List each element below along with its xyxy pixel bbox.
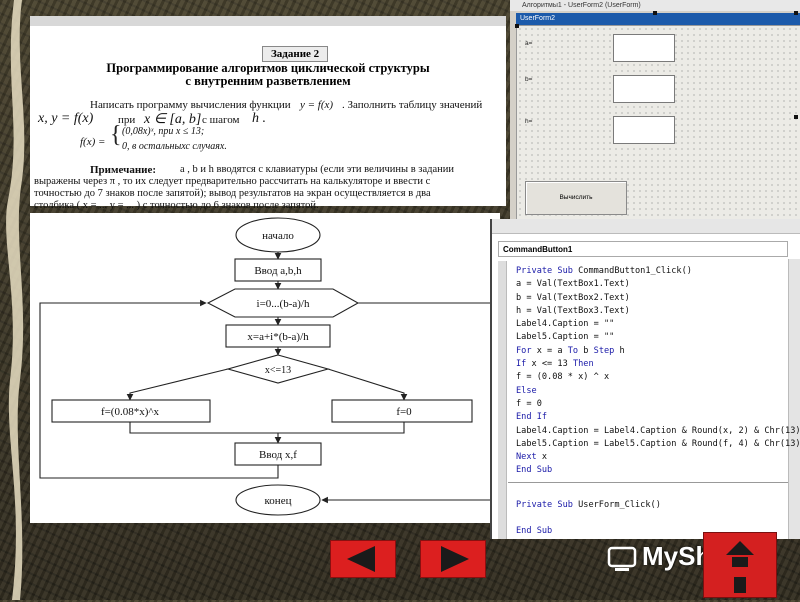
task-step-label: с шагом [202,114,240,126]
brace-icon: { [110,122,122,148]
task-note-3: точностью до 7 знаков после запятой); вы… [34,188,431,199]
code-line[interactable]: End Sub [516,464,800,477]
resize-handle[interactable] [515,24,519,28]
code-line[interactable]: a = Val(TextBox1.Text) [516,278,800,291]
label-h: h= [525,118,533,125]
task-fx: f(x) = [80,136,106,148]
triangle-left-icon [347,546,375,572]
code-line[interactable]: Label5.Caption = Label5.Caption & Round(… [516,438,800,451]
start-text: начало [262,230,294,242]
flowchart-panel: начало Ввод a,b,h i=0...(b-a)/h x=a+i*(b… [30,213,500,523]
task-note-2: выражены через π , то их следует предвар… [34,176,431,187]
resize-handle[interactable] [653,11,657,15]
code-lines[interactable]: Private Sub CommandButton1_Click() a = Va… [516,265,800,478]
assign-text: x=a+i*(b-a)/h [247,331,309,343]
task-function: y = f(x) [300,99,334,111]
resize-handle[interactable] [794,115,798,119]
home-icon [726,541,754,593]
code-editor-window: CommandButton1 Private Sub CommandButton… [490,219,800,539]
code-line[interactable]: If x <= 13 Then [516,358,800,371]
code-line[interactable]: Next x [516,451,800,464]
textbox-a[interactable] [613,34,675,62]
label-b: b= [525,76,533,83]
code-line[interactable]: h = Val(TextBox3.Text) [516,305,800,318]
textbox-h[interactable] [613,116,675,144]
code-line[interactable]: f = 0 [516,398,800,411]
code-line[interactable]: Label4.Caption = "" [516,318,800,331]
textbox-b[interactable] [613,75,675,103]
output-text: Ввод x,f [259,449,297,461]
home-button[interactable] [703,532,777,598]
task-line-1: Написать программу вычисления функции [90,99,291,111]
code-line[interactable]: b = Val(TextBox2.Text) [516,292,800,305]
triangle-right-icon [441,546,469,572]
task-panel: Задание 2 Программирование алгоритмов ци… [30,16,506,211]
decorative-brush-stroke [6,0,25,600]
label-a: a= [525,40,533,47]
code-line[interactable]: f = (0.08 * x) ^ x [516,371,800,384]
task-note-4: столбика ( x = ... y = ... ) с точностью… [34,200,319,211]
cond-text: x<=13 [265,365,291,376]
end-text: конец [265,495,292,507]
code-line[interactable]: Label5.Caption = "" [516,331,800,344]
task-title: Программирование алгоритмов циклической … [30,62,506,88]
designer-title-bar: Алгоритмы1 - UserForm2 (UserForm) [510,0,800,11]
task-case-2: 0, в остальныхс случаях. [122,141,227,152]
logo-icon [607,546,637,572]
code-line[interactable]: Private Sub CommandButton1_Click() [516,265,800,278]
task-note-1: a , b и h вводятся с клавиатуры (если эт… [180,164,454,175]
code-window-toolbar [492,219,800,234]
input-text: Ввод a,b,h [254,265,302,277]
yes-text: f=(0.08*x)^x [101,406,160,418]
task-note-label: Примечание: [90,164,157,176]
task-title-line-2: с внутренним разветвлением [185,74,351,88]
task-xy: x, y = f(x) [38,111,94,126]
resize-handle[interactable] [794,11,798,15]
prev-slide-button[interactable] [330,540,396,578]
code-line[interactable]: For x = a To b Step h [516,345,800,358]
code-line[interactable]: Else [516,385,800,398]
userform-designer-window: Алгоритмы1 - UserForm2 (UserForm) UserFo… [510,0,800,228]
loop-text: i=0...(b-a)/h [257,298,310,310]
form-body[interactable]: a= b= h= Вычислить [516,25,800,227]
task-badge: Задание 2 [262,46,329,62]
task-case-1: (0,08x)ˣ, при x ≤ 13; [122,126,205,137]
next-slide-button[interactable] [420,540,486,578]
code-gutter [498,261,507,539]
object-combobox[interactable]: CommandButton1 [498,241,788,257]
task-panel-header [30,16,506,26]
code-line[interactable]: Label4.Caption = Label4.Caption & Round(… [516,425,800,438]
code-line[interactable]: Private Sub UserForm_Click() [516,492,661,518]
procedure-separator [508,482,788,483]
no-text: f=0 [396,406,412,418]
calculate-button[interactable]: Вычислить [525,181,627,215]
task-step: h . [252,111,266,126]
form-caption-bar[interactable]: UserForm2 [516,13,800,25]
task-line-1-tail: . Заполнить таблицу значений [342,99,483,111]
flowchart-diagram: начало Ввод a,b,h i=0...(b-a)/h x=a+i*(b… [39,217,493,516]
code-line[interactable]: End If [516,411,800,424]
